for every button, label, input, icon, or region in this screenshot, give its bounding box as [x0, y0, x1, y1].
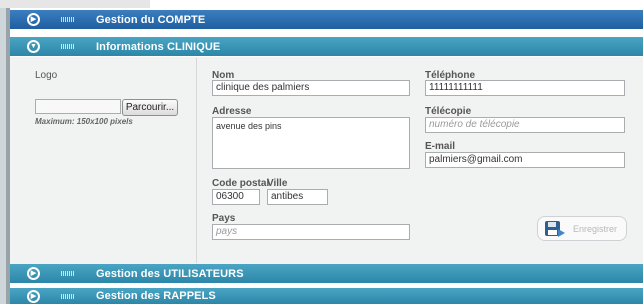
code-postal-label: Code postal [212, 178, 270, 189]
telecopie-label: Télécopie [425, 106, 472, 117]
telecopie-input[interactable]: numéro de télécopie [425, 117, 625, 133]
logo-file-input[interactable] [35, 99, 121, 114]
ville-label: Ville [267, 178, 288, 189]
pays-input[interactable]: pays [212, 224, 410, 240]
ville-input[interactable]: antibes [267, 189, 328, 205]
panel-divider [196, 58, 197, 263]
top-band [0, 0, 643, 8]
adresse-label: Adresse [212, 106, 252, 117]
code-postal-input[interactable]: 06300 [212, 189, 260, 205]
section-title-compte: Gestion du COMPTE [96, 13, 206, 26]
floppy-disk-icon [544, 220, 566, 238]
grip-icon [61, 17, 74, 22]
left-rail [0, 8, 10, 304]
play-circle-icon[interactable]: ▶ [27, 289, 40, 303]
logo-size-note: Maximum: 150x100 pixels [35, 117, 133, 126]
play-circle-icon[interactable]: ▶ [27, 13, 40, 26]
grip-icon [61, 44, 74, 49]
section-title-utilisateurs: Gestion des UTILISATEURS [96, 267, 244, 280]
save-label: Enregistrer [573, 223, 618, 234]
browse-button[interactable]: Parcourir... [122, 99, 178, 116]
chevron-down-circle-icon[interactable]: ▼ [27, 40, 40, 53]
section-header-clinique[interactable]: ▼ Informations CLINIQUE [10, 37, 643, 56]
email-label: E-mail [425, 141, 456, 152]
email-input[interactable]: palmiers@gmail.com [425, 152, 625, 168]
logo-label: Logo [35, 70, 58, 81]
grip-icon [61, 293, 74, 299]
section-header-rappels[interactable]: ▶ Gestion des RAPPELS [10, 288, 643, 304]
telephone-input[interactable]: 11111111111 [425, 80, 625, 96]
top-band-shadow [0, 0, 150, 8]
adresse-textarea[interactable]: avenue des pins [212, 117, 410, 169]
section-header-compte[interactable]: ▶ Gestion du COMPTE [10, 10, 643, 29]
nom-input[interactable]: clinique des palmiers [212, 80, 410, 96]
grip-icon [61, 271, 74, 276]
section-title-rappels: Gestion des RAPPELS [96, 290, 216, 302]
play-circle-icon[interactable]: ▶ [27, 267, 40, 280]
section-header-utilisateurs[interactable]: ▶ Gestion des UTILISATEURS [10, 264, 643, 283]
pays-label: Pays [212, 213, 236, 224]
save-button[interactable]: Enregistrer [537, 216, 627, 241]
section-title-clinique: Informations CLINIQUE [96, 40, 221, 53]
